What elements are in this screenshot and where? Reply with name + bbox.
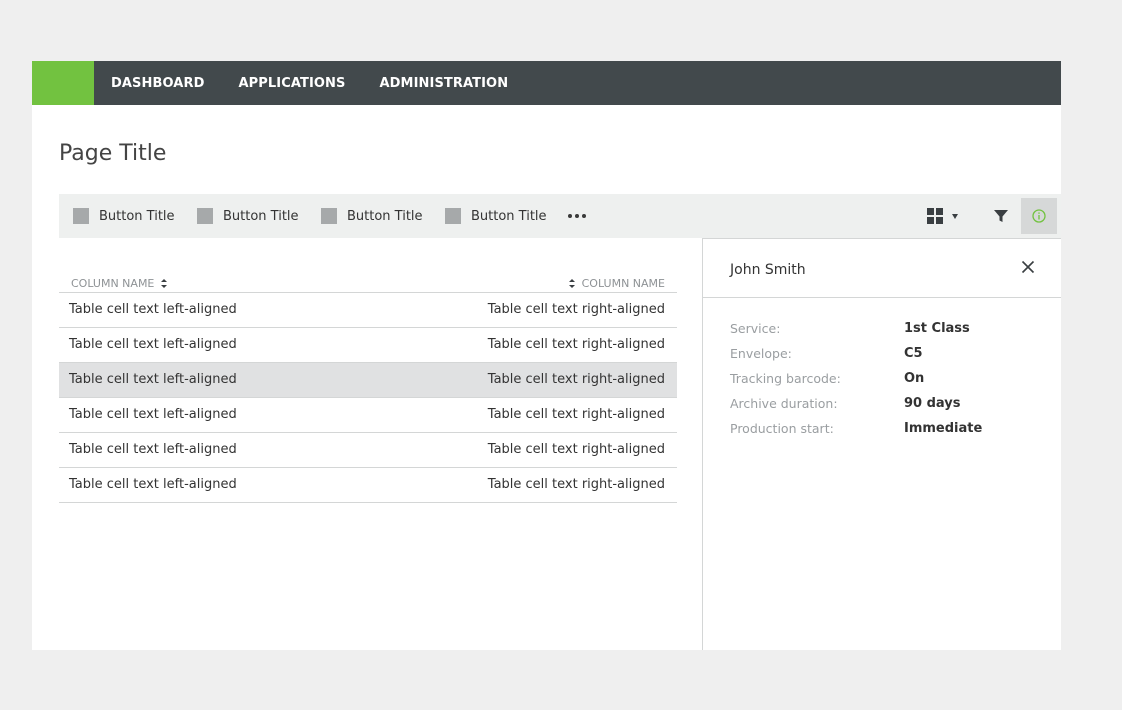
table-cell-left: Table cell text left-aligned bbox=[69, 477, 237, 492]
toolbar-button-label: Button Title bbox=[471, 208, 547, 224]
square-icon bbox=[445, 208, 461, 224]
square-icon bbox=[73, 208, 89, 224]
table-cell-left: Table cell text left-aligned bbox=[69, 442, 237, 457]
property-row-production-start: Production start: Immediate bbox=[730, 421, 1030, 446]
toolbar: Button Title Button Title Button Title B… bbox=[59, 194, 1061, 238]
property-row-service: Service: 1st Class bbox=[730, 321, 1030, 346]
table-cell-right: Table cell text right-aligned bbox=[487, 302, 665, 317]
table-header: COLUMN NAME COLUMN NAME bbox=[59, 271, 677, 293]
info-icon bbox=[1032, 209, 1046, 223]
details-panel: John Smith Service: 1st Class Envelope: … bbox=[702, 238, 1061, 650]
property-row-tracking-barcode: Tracking barcode: On bbox=[730, 371, 1030, 396]
toolbar-button-label: Button Title bbox=[223, 208, 299, 224]
info-panel-toggle[interactable] bbox=[1021, 198, 1057, 234]
property-value: On bbox=[904, 371, 925, 386]
table-cell-left: Table cell text left-aligned bbox=[69, 337, 237, 352]
page-title: Page Title bbox=[59, 141, 167, 166]
table-cell-left: Table cell text left-aligned bbox=[69, 372, 237, 387]
brand-logo[interactable] bbox=[32, 61, 94, 105]
more-actions-button[interactable] bbox=[568, 194, 586, 238]
table-row[interactable]: Table cell text left-aligned Table cell … bbox=[59, 398, 677, 433]
square-icon bbox=[321, 208, 337, 224]
table-cell-right: Table cell text right-aligned bbox=[487, 407, 665, 422]
table-cell-right: Table cell text right-aligned bbox=[487, 442, 665, 457]
property-value: Immediate bbox=[904, 421, 983, 436]
property-value: 1st Class bbox=[904, 321, 970, 336]
property-row-archive-duration: Archive duration: 90 days bbox=[730, 396, 1030, 421]
table-row[interactable]: Table cell text left-aligned Table cell … bbox=[59, 468, 677, 503]
property-value: C5 bbox=[904, 346, 923, 361]
ellipsis-icon bbox=[568, 214, 572, 218]
table-row[interactable]: Table cell text left-aligned Table cell … bbox=[59, 433, 677, 468]
table-cell-left: Table cell text left-aligned bbox=[69, 407, 237, 422]
app-window: DASHBOARD APPLICATIONS ADMINISTRATION Pa… bbox=[32, 61, 1061, 650]
details-panel-header: John Smith bbox=[703, 239, 1061, 298]
property-label: Archive duration: bbox=[730, 396, 838, 411]
property-label: Envelope: bbox=[730, 346, 792, 361]
table-row-selected[interactable]: Table cell text left-aligned Table cell … bbox=[59, 363, 677, 398]
close-icon bbox=[1021, 260, 1035, 274]
chevron-down-icon bbox=[952, 213, 958, 219]
table-row[interactable]: Table cell text left-aligned Table cell … bbox=[59, 293, 677, 328]
table-cell-right: Table cell text right-aligned bbox=[487, 337, 665, 352]
top-navigation-bar: DASHBOARD APPLICATIONS ADMINISTRATION bbox=[32, 61, 1061, 105]
table-row[interactable]: Table cell text left-aligned Table cell … bbox=[59, 328, 677, 363]
details-panel-title: John Smith bbox=[730, 262, 806, 278]
toolbar-button-2[interactable]: Button Title bbox=[197, 194, 299, 238]
property-list: Service: 1st Class Envelope: C5 Tracking… bbox=[730, 321, 1030, 446]
sort-icon bbox=[568, 279, 575, 288]
table-cell-right: Table cell text right-aligned bbox=[487, 372, 665, 387]
property-value: 90 days bbox=[904, 396, 961, 411]
filter-button[interactable] bbox=[993, 208, 1009, 224]
view-switcher-button[interactable] bbox=[927, 206, 958, 226]
filter-icon bbox=[994, 210, 1008, 222]
column-header-label: COLUMN NAME bbox=[71, 277, 155, 290]
toolbar-button-label: Button Title bbox=[99, 208, 175, 224]
column-header-left[interactable]: COLUMN NAME bbox=[71, 277, 168, 290]
nav-item-administration[interactable]: ADMINISTRATION bbox=[380, 76, 509, 91]
square-icon bbox=[197, 208, 213, 224]
sort-icon bbox=[161, 279, 168, 288]
toolbar-button-label: Button Title bbox=[347, 208, 423, 224]
table-cell-right: Table cell text right-aligned bbox=[487, 477, 665, 492]
table-cell-left: Table cell text left-aligned bbox=[69, 302, 237, 317]
toolbar-button-1[interactable]: Button Title bbox=[73, 194, 175, 238]
column-header-label: COLUMN NAME bbox=[581, 277, 665, 290]
property-label: Service: bbox=[730, 321, 781, 336]
column-header-right[interactable]: COLUMN NAME bbox=[568, 277, 665, 290]
nav-item-dashboard[interactable]: DASHBOARD bbox=[111, 76, 204, 91]
close-panel-button[interactable] bbox=[1020, 259, 1036, 275]
grid-view-icon bbox=[927, 208, 943, 224]
property-row-envelope: Envelope: C5 bbox=[730, 346, 1030, 371]
property-label: Production start: bbox=[730, 421, 834, 436]
toolbar-button-4[interactable]: Button Title bbox=[445, 194, 547, 238]
nav-item-applications[interactable]: APPLICATIONS bbox=[238, 76, 345, 91]
property-label: Tracking barcode: bbox=[730, 371, 841, 386]
toolbar-button-3[interactable]: Button Title bbox=[321, 194, 423, 238]
data-table: COLUMN NAME COLUMN NAME Table cell text … bbox=[59, 271, 677, 503]
